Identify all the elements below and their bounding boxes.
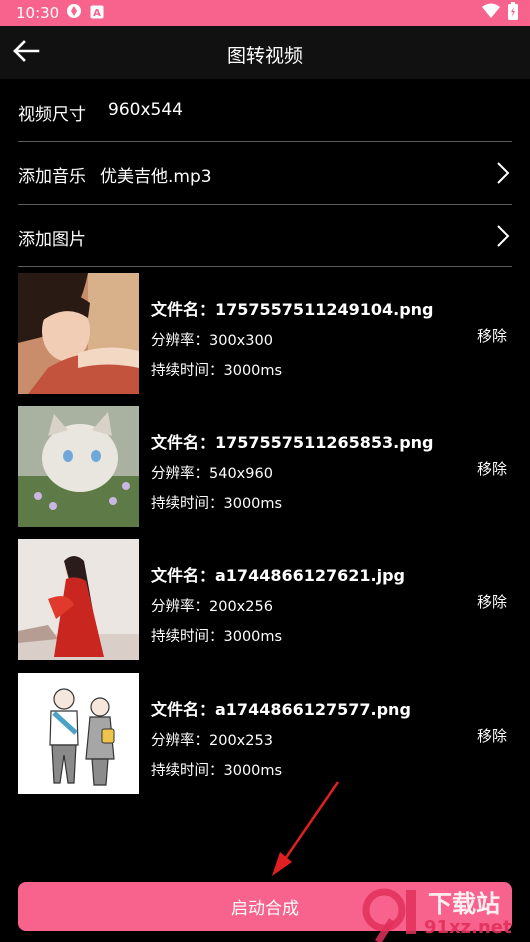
battery-icon (508, 2, 518, 24)
file-name: 文件名：1757557511249104.png (151, 300, 434, 319)
chevron-right-icon (496, 161, 510, 185)
image-list-item: 文件名：a1744866127577.png 分辨率：200x253 持续时间：… (18, 673, 512, 795)
add-image-row[interactable]: 添加图片 (18, 205, 512, 266)
image-thumbnail (18, 406, 139, 527)
image-thumbnail (18, 539, 139, 660)
app-icon (66, 3, 82, 23)
status-time: 10:30 (16, 4, 60, 22)
file-duration: 持续时间：3000ms (151, 363, 283, 379)
file-duration: 持续时间：3000ms (151, 629, 283, 645)
wifi-icon (482, 3, 500, 23)
file-duration: 持续时间：3000ms (151, 763, 283, 779)
image-list-item: 文件名：1757557511249104.png 分辨率：300x300 持续时… (18, 273, 512, 395)
video-size-label: 视频尺寸 (18, 105, 86, 125)
watermark-domain: 91xz.net (424, 917, 512, 938)
page-title: 图转视频 (226, 45, 303, 67)
video-size-row: 视频尺寸 960x544 (18, 80, 512, 141)
add-image-label: 添加图片 (18, 230, 86, 250)
watermark: 下载站 91xz.net (362, 880, 530, 942)
file-resolution: 分辨率：200x256 (151, 599, 273, 615)
file-name: 文件名：a1744866127577.png (151, 700, 411, 719)
svg-text:A: A (93, 8, 101, 19)
add-music-value: 优美吉他.mp3 (100, 167, 212, 187)
remove-button[interactable]: 移除 (477, 325, 507, 346)
video-size-value: 960x544 (108, 100, 183, 120)
file-resolution: 分辨率：200x253 (151, 733, 273, 749)
app-bar: 图转视频 (0, 26, 530, 79)
remove-button[interactable]: 移除 (477, 725, 507, 746)
status-bar: 10:30 A (0, 0, 530, 26)
image-list-item: 文件名：a1744866127621.jpg 分辨率：200x256 持续时间：… (18, 539, 512, 661)
image-thumbnail (18, 273, 139, 394)
file-resolution: 分辨率：540x960 (151, 466, 273, 482)
image-thumbnail (18, 673, 139, 794)
file-name: 文件名：a1744866127621.jpg (151, 566, 405, 585)
remove-button[interactable]: 移除 (477, 458, 507, 479)
chevron-right-icon (496, 224, 510, 248)
watermark-brand: 下载站 (428, 890, 500, 918)
add-music-row[interactable]: 添加音乐 优美吉他.mp3 (18, 142, 512, 204)
file-name: 文件名：1757557511265853.png (151, 433, 434, 452)
file-resolution: 分辨率：300x300 (151, 333, 273, 349)
add-music-label: 添加音乐 (18, 167, 86, 187)
image-list-item: 文件名：1757557511265853.png 分辨率：540x960 持续时… (18, 406, 512, 528)
file-duration: 持续时间：3000ms (151, 496, 283, 512)
remove-button[interactable]: 移除 (477, 591, 507, 612)
divider (18, 266, 512, 267)
a-badge-icon: A (90, 4, 104, 23)
